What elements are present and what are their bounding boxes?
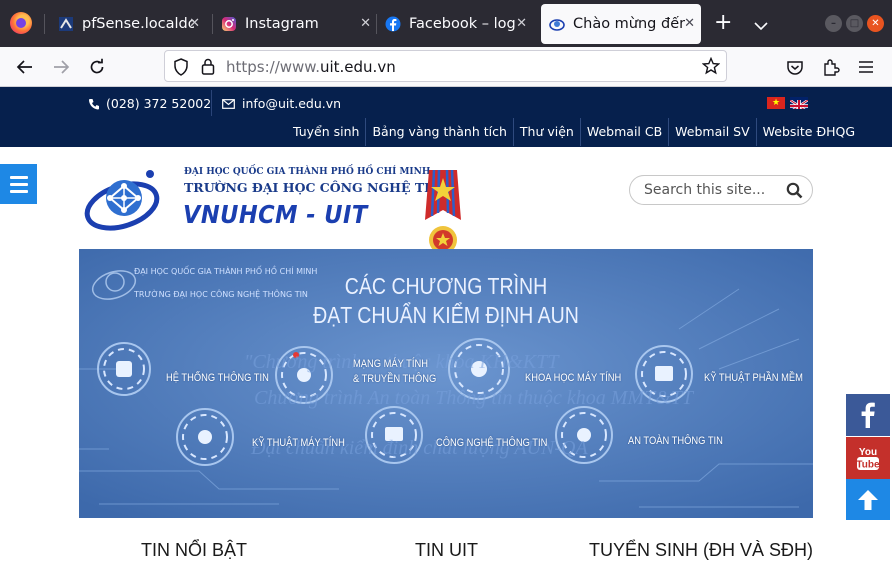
scroll-to-top-icon[interactable]: [846, 479, 890, 520]
top-links-nav: Tuyển sinh Bảng vàng thành tích Thư viện…: [287, 118, 861, 146]
program-an-toan-thong-tin: AN TOÀN THÔNG TIN: [628, 435, 723, 447]
program-khoa-hoc-may-tinh: KHOA HỌC MÁY TÍNH: [525, 372, 622, 384]
email-address: info@uit.edu.vn: [242, 96, 342, 111]
list-all-tabs-icon[interactable]: [754, 16, 768, 35]
url-bar[interactable]: https://www.uit.edu.vn: [164, 50, 727, 82]
youtube-icon[interactable]: You Tube: [846, 437, 890, 479]
email-contact[interactable]: info@uit.edu.vn: [222, 96, 341, 111]
facebook-icon[interactable]: [846, 394, 890, 436]
navigation-toolbar: https://www.uit.edu.vn: [0, 47, 892, 87]
extensions-icon[interactable]: [819, 55, 843, 79]
new-tab-icon[interactable]: +: [714, 12, 732, 34]
minimize-window-button[interactable]: –: [825, 15, 842, 32]
menu-bar-icon: [9, 189, 28, 193]
tab-uit-active[interactable]: Chào mừng đến với UIT ✕: [541, 4, 701, 44]
uit-logo[interactable]: [84, 166, 162, 232]
section-tin-uit[interactable]: TIN UIT: [415, 540, 478, 561]
phone-contact[interactable]: (028) 372 52002: [88, 96, 211, 111]
pocket-icon[interactable]: [783, 55, 807, 79]
phone-icon: [89, 98, 99, 109]
menu-bar-icon: [9, 175, 28, 179]
tab-instagram[interactable]: Instagram ✕: [213, 4, 377, 44]
university-name: TRƯỜNG ĐẠI HỌC CÔNG NGHỆ THÔNG TIN: [184, 180, 432, 195]
pfsense-icon: [58, 16, 74, 32]
forward-icon[interactable]: [49, 55, 73, 79]
tab-facebook[interactable]: Facebook – log in or sign up ✕: [377, 4, 533, 44]
bookmark-star-icon[interactable]: [701, 56, 721, 79]
tab-pfsense[interactable]: pfSense.localdomain ✕: [50, 4, 206, 44]
close-tab-icon[interactable]: ✕: [360, 16, 371, 31]
phone-number: (028) 372 52002: [106, 96, 212, 111]
divider: [211, 90, 212, 116]
top-link-webmail-cb[interactable]: Webmail CB: [579, 118, 668, 146]
top-link-webmail-sv[interactable]: Webmail SV: [668, 118, 756, 146]
url-text[interactable]: https://www.uit.edu.vn: [226, 58, 396, 76]
section-tuyen-sinh[interactable]: TUYỂN SINH (ĐH VÀ SĐH): [589, 540, 813, 561]
tab-label: Facebook – log in or sign up: [409, 16, 521, 32]
program-cong-nghe-thong-tin: CÔNG NGHỆ THÔNG TIN: [436, 437, 548, 449]
top-link-website-dhqg[interactable]: Website ĐHQG: [755, 118, 861, 146]
university-parent-name: ĐẠI HỌC QUỐC GIA THÀNH PHỐ HỒ CHÍ MINH: [184, 167, 431, 177]
reload-icon[interactable]: [85, 55, 109, 79]
close-tab-icon[interactable]: ✕: [189, 16, 200, 31]
banner-ghost-text: Chương trình An toàn Thông tin thuộc kho…: [254, 387, 694, 409]
menu-bar-icon: [9, 182, 28, 186]
search-input[interactable]: Search this site...: [644, 182, 765, 198]
site-search-box[interactable]: Search this site...: [629, 175, 813, 205]
program-ky-thuat-phan-mem: KỸ THUẬT PHẦN MỀM: [704, 372, 803, 384]
banner-title-line2: ĐẠT CHUẨN KIỂM ĐỊNH AUN: [313, 302, 579, 328]
tracking-protection-icon[interactable]: [173, 58, 189, 80]
back-icon[interactable]: [13, 55, 37, 79]
svg-text:Tube: Tube: [856, 460, 880, 471]
search-icon[interactable]: [786, 182, 803, 203]
banner-title-line1: CÁC CHƯƠNG TRÌNH: [344, 273, 548, 299]
tab-strip: pfSense.localdomain ✕ Instagram ✕ Facebo…: [0, 0, 892, 47]
vietnamese-flag-icon[interactable]: ★: [767, 97, 785, 109]
svg-text:You: You: [859, 447, 877, 458]
close-tab-icon[interactable]: ✕: [684, 16, 695, 31]
program-ky-thuat-may-tinh: KỸ THUẬT MÁY TÍNH: [252, 437, 345, 449]
university-short-name: VNUHCM - UIT: [183, 200, 368, 229]
site-top-bar: (028) 372 52002 info@uit.edu.vn ★ Tuyển …: [0, 87, 892, 147]
aun-accreditation-banner[interactable]: ĐẠI HỌC QUỐC GIA THÀNH PHỐ HỒ CHÍ MINH T…: [79, 249, 813, 518]
tab-label: pfSense.localdomain: [82, 16, 194, 32]
hamburger-menu-icon[interactable]: [854, 55, 878, 79]
program-truyen-thong: & TRUYỀN THÔNG: [353, 373, 437, 385]
close-window-button[interactable]: ✕: [867, 15, 884, 32]
uit-favicon-icon: [549, 16, 565, 32]
program-he-thong-thong-tin: HỆ THỐNG THÔNG TIN: [166, 372, 269, 384]
lock-icon[interactable]: [201, 58, 215, 79]
section-tin-noi-bat[interactable]: TIN NỔI BẬT: [141, 540, 247, 561]
english-flag-icon[interactable]: [790, 97, 808, 109]
top-link-thu-vien[interactable]: Thư viện: [512, 118, 580, 146]
facebook-icon: [385, 16, 401, 32]
side-menu-button[interactable]: [0, 164, 37, 204]
top-link-tuyen-sinh[interactable]: Tuyển sinh: [287, 118, 365, 146]
close-tab-icon[interactable]: ✕: [516, 16, 527, 31]
tab-label: Chào mừng đến với UIT: [573, 16, 685, 32]
labor-medal-icon: [421, 169, 465, 254]
tab-separator: [44, 14, 45, 34]
program-mang-may-tinh: MẠNG MÁY TÍNH: [353, 358, 428, 370]
envelope-icon: [222, 98, 235, 109]
top-link-bang-vang[interactable]: Bảng vàng thành tích: [365, 118, 512, 146]
instagram-icon: [221, 16, 237, 32]
tab-label: Instagram: [245, 16, 319, 32]
maximize-window-button[interactable]: □: [846, 15, 863, 32]
firefox-icon[interactable]: [10, 12, 32, 34]
